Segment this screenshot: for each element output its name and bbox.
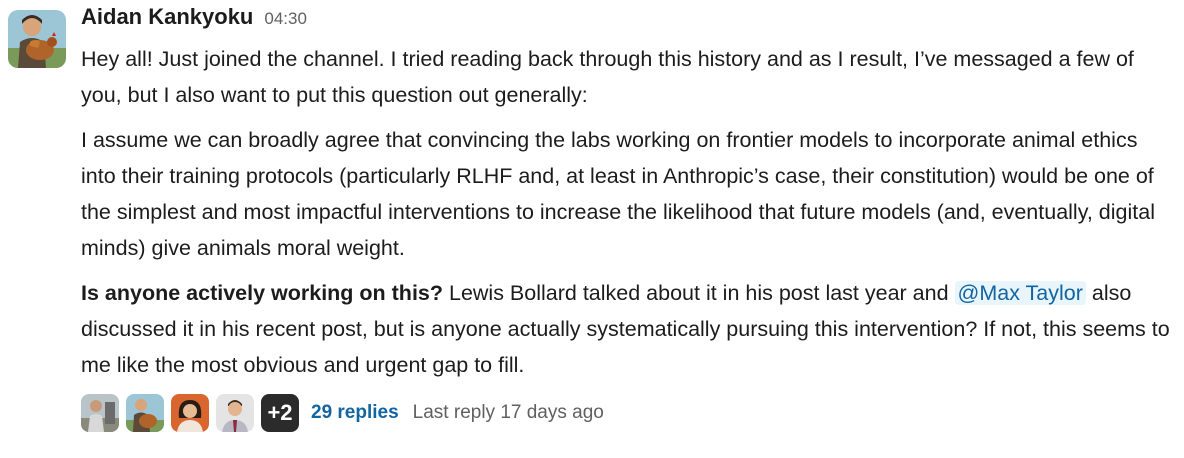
participant-avatar-icon (81, 394, 119, 432)
message-paragraph-1: Hey all! Just joined the channel. I trie… (81, 47, 1134, 107)
thread-summary[interactable]: +2 29 replies Last reply 17 days ago (81, 391, 1176, 435)
message-paragraph-2: I assume we can broadly agree that convi… (81, 128, 1155, 260)
message-content: Aidan Kankyoku 04:30 Hey all! Just joine… (81, 4, 1176, 435)
user-mention[interactable]: @Max Taylor (954, 281, 1086, 305)
sender-name[interactable]: Aidan Kankyoku (81, 4, 253, 30)
participant-avatar[interactable] (126, 394, 164, 432)
participant-avatar[interactable] (171, 394, 209, 432)
user-avatar-icon (8, 10, 66, 68)
message: Aidan Kankyoku 04:30 Hey all! Just joine… (0, 0, 1184, 458)
message-timestamp[interactable]: 04:30 (264, 9, 307, 29)
bold-question: Is anyone actively working on this? (81, 281, 444, 305)
participant-avatar-icon (171, 394, 209, 432)
sender-avatar[interactable] (8, 10, 66, 68)
message-header: Aidan Kankyoku 04:30 (81, 4, 1176, 36)
participant-avatar[interactable] (81, 394, 119, 432)
more-participants-badge[interactable]: +2 (261, 394, 299, 432)
last-reply-text: Last reply 17 days ago (412, 402, 604, 423)
message-paragraph-3: Is anyone actively working on this? Lewi… (81, 275, 1176, 383)
thread-replies-link[interactable]: 29 replies (311, 402, 399, 424)
participant-avatar-icon (216, 394, 254, 432)
paragraph-text: Lewis Bollard talked about it in his pos… (443, 281, 955, 305)
participant-avatar[interactable] (216, 394, 254, 432)
participant-avatar-icon (126, 394, 164, 432)
